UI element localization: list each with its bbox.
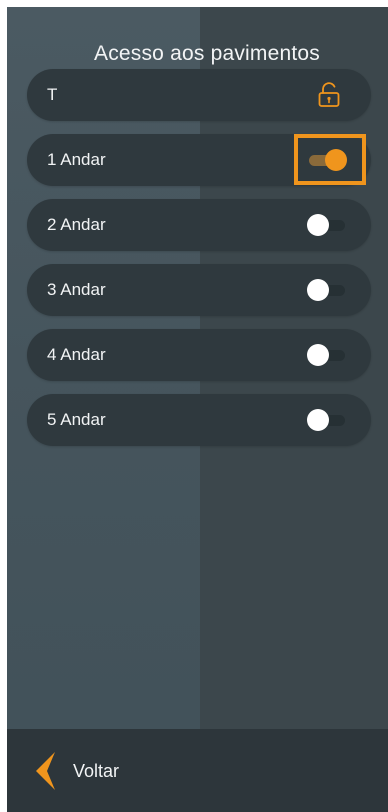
floor-label: 1 Andar xyxy=(47,150,106,169)
toggle-knob xyxy=(307,409,329,431)
back-label: Voltar xyxy=(73,761,120,781)
floor-toggle-switch[interactable] xyxy=(307,344,347,366)
floor-toggle-switch[interactable] xyxy=(307,409,347,431)
lock-open-icon[interactable] xyxy=(317,82,341,108)
floor-label: 4 Andar xyxy=(47,345,106,364)
floor-toggle-switch[interactable] xyxy=(307,279,347,301)
floor-toggle-switch[interactable] xyxy=(307,214,347,236)
floor-label: 2 Andar xyxy=(47,215,106,234)
toggle-highlight-box xyxy=(294,134,366,185)
floor-row-t[interactable]: T xyxy=(27,69,371,121)
app-frame: Acesso aos pavimentos T 1 Andar 2 Andar xyxy=(7,7,388,812)
toggle-knob xyxy=(307,279,329,301)
floor-row-5-andar[interactable]: 5 Andar xyxy=(27,394,371,446)
floor-row-3-andar[interactable]: 3 Andar xyxy=(27,264,371,316)
floor-label: 3 Andar xyxy=(47,280,106,299)
back-button[interactable]: Voltar xyxy=(33,749,183,793)
floor-row-2-andar[interactable]: 2 Andar xyxy=(27,199,371,251)
floor-label: 5 Andar xyxy=(47,410,106,429)
chevron-left-icon xyxy=(33,751,57,791)
floor-label: T xyxy=(47,85,58,104)
toggle-knob xyxy=(307,344,329,366)
floor-row-4-andar[interactable]: 4 Andar xyxy=(27,329,371,381)
toggle-knob xyxy=(307,214,329,236)
page-title: Acesso aos pavimentos xyxy=(94,42,320,65)
footer-bar: Voltar xyxy=(7,729,388,812)
